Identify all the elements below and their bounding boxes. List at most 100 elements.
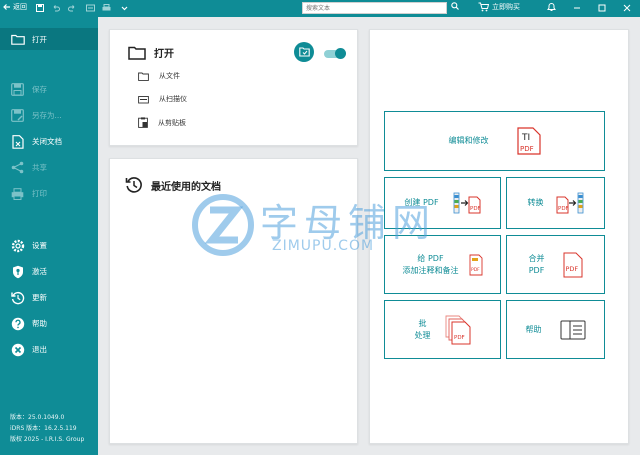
pdf-comment-icon: PDF	[469, 254, 482, 275]
sidebar-item-exit[interactable]: 退出	[10, 342, 47, 357]
sidebar-item-label: 打印	[32, 189, 47, 198]
help-icon	[10, 316, 25, 331]
share-icon	[10, 160, 25, 175]
history-icon	[125, 177, 142, 193]
update-icon	[10, 290, 25, 305]
cart-icon	[478, 2, 489, 12]
convert-tile[interactable]: 转换 PDF	[506, 177, 605, 229]
create-pdf-tile[interactable]: 创建 PDF PDF	[384, 177, 501, 229]
buy-now-label: 立即购买	[492, 3, 520, 11]
create-pdf-label: 创建 PDF	[404, 198, 439, 208]
sidebar-item-activate[interactable]: 激活	[10, 264, 47, 279]
recent-panel-title: 最近使用的文档	[125, 176, 221, 194]
batch-process-tile[interactable]: 批 处理 PDF	[384, 300, 501, 359]
recent-panel-title-text: 最近使用的文档	[151, 181, 221, 193]
sidebar-item-save[interactable]: 保存	[10, 82, 47, 97]
open-toggle-switch[interactable]	[324, 48, 346, 59]
sidebar-item-help[interactable]: 帮助	[10, 316, 47, 331]
search-input[interactable]	[302, 2, 447, 14]
print-button[interactable]	[101, 2, 111, 14]
folder-icon	[10, 32, 25, 47]
sidebar-item-label: 退出	[32, 345, 47, 354]
print-icon	[10, 186, 25, 201]
open-from-scanner-link[interactable]: 从扫描仪	[138, 94, 187, 104]
batch-line2: 处理	[414, 330, 431, 340]
sidebar-item-close-document[interactable]: 关闭文档	[10, 134, 62, 149]
pdf-merge-icon: PDF	[563, 252, 582, 277]
sidebar-item-save-as[interactable]: 另存为...	[10, 108, 62, 123]
sidebar-item-update[interactable]: 更新	[10, 290, 47, 305]
sidebar-item-label: 帮助	[32, 319, 47, 328]
edit-modify-tile[interactable]: 编辑和修改 TI PDF	[384, 111, 605, 171]
open-panel-title: 打开	[128, 45, 174, 60]
convert-icon: PDF	[556, 192, 583, 214]
pdf-stack-icon: PDF	[445, 315, 470, 344]
open-from-clipboard-link[interactable]: 从剪贴板	[138, 117, 186, 128]
back-button[interactable]: 返回	[3, 2, 27, 12]
sidebar-item-label: 激活	[32, 267, 47, 276]
batch-line1: 批	[418, 319, 427, 329]
gear-icon	[10, 238, 25, 253]
sidebar-item-settings[interactable]: 设置	[10, 238, 47, 253]
sidebar-item-open[interactable]: 打开	[0, 28, 98, 50]
redo-button[interactable]	[67, 2, 77, 14]
redo-icon	[68, 5, 75, 12]
close-window-button[interactable]	[620, 1, 634, 15]
convert-label: 转换	[527, 198, 544, 208]
folder-icon	[128, 46, 146, 60]
annotate-line2: 添加注释和备注	[402, 265, 459, 275]
scan-button[interactable]	[85, 2, 95, 14]
close-icon	[623, 4, 631, 12]
recent-documents-panel: 最近使用的文档	[109, 158, 358, 444]
sidebar-item-label: 关闭文档	[32, 137, 62, 146]
search-button[interactable]	[451, 2, 459, 10]
save-as-icon	[10, 108, 25, 123]
sidebar-item-share[interactable]: 共享	[10, 160, 47, 175]
save-icon	[36, 4, 44, 12]
edit-modify-label: 编辑和修改	[448, 136, 489, 146]
open-from-file-label: 从文件	[159, 72, 180, 80]
arrow-left-icon	[3, 4, 10, 10]
app-version: 版本：25.0.1049.0	[10, 414, 65, 421]
buy-now-button[interactable]: 立即购买	[478, 2, 520, 12]
annotate-pdf-tile[interactable]: 给 PDF 添加注释和备注 PDF	[384, 235, 501, 294]
open-from-file-link[interactable]: 从文件	[138, 71, 180, 81]
svg-text:PDF: PDF	[558, 206, 569, 212]
quick-save-button[interactable]	[35, 2, 45, 14]
svg-text:PDF: PDF	[565, 265, 578, 273]
idrs-version: iDRS 版本：16.2.5.119	[10, 425, 77, 432]
save-icon	[10, 82, 25, 97]
merge-pdf-tile[interactable]: 合并 PDF PDF	[506, 235, 605, 294]
merge-pdf-label: 合并 PDF	[529, 253, 545, 275]
notifications-button[interactable]	[547, 2, 556, 12]
folder-open-icon	[298, 47, 310, 57]
quick-access-dropdown[interactable]	[119, 2, 129, 14]
undo-button[interactable]	[51, 2, 61, 14]
print-icon	[102, 4, 110, 11]
svg-text:TI: TI	[521, 133, 530, 143]
svg-text:PDF: PDF	[454, 335, 465, 341]
sidebar-item-label: 设置	[32, 241, 47, 250]
chevron-down-icon	[121, 6, 127, 10]
sidebar-item-label: 打开	[32, 34, 47, 44]
sidebar-item-print[interactable]: 打印	[10, 186, 47, 201]
open-folder-button[interactable]	[294, 42, 314, 62]
scanner-icon	[138, 95, 149, 103]
title-bar: 返回 立即购买	[0, 0, 640, 17]
pdf-edit-icon: TI PDF	[516, 127, 541, 155]
svg-text:PDF: PDF	[470, 206, 481, 212]
open-panel-title-text: 打开	[154, 49, 174, 60]
back-label: 返回	[13, 3, 27, 11]
maximize-button[interactable]	[595, 1, 609, 15]
merge-line2: PDF	[528, 265, 545, 275]
merge-line1: 合并	[528, 254, 545, 264]
manual-icon	[560, 320, 585, 339]
help-label: 帮助	[525, 324, 542, 334]
copyright: 版权 2025 - I.R.I.S. Group	[10, 436, 85, 443]
exit-icon	[10, 342, 25, 357]
scanner-icon	[85, 4, 95, 12]
help-tile[interactable]: 帮助	[506, 300, 605, 359]
maximize-icon	[598, 4, 606, 12]
sidebar-item-label: 更新	[32, 293, 47, 302]
minimize-button[interactable]	[570, 1, 584, 15]
